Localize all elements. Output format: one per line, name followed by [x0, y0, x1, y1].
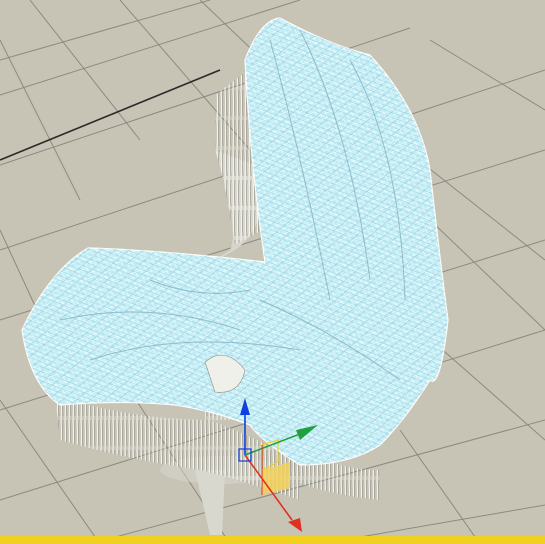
scene-canvas[interactable] [0, 0, 545, 544]
perspective-viewport[interactable] [0, 0, 545, 544]
active-viewport-border-bottom [0, 536, 545, 544]
